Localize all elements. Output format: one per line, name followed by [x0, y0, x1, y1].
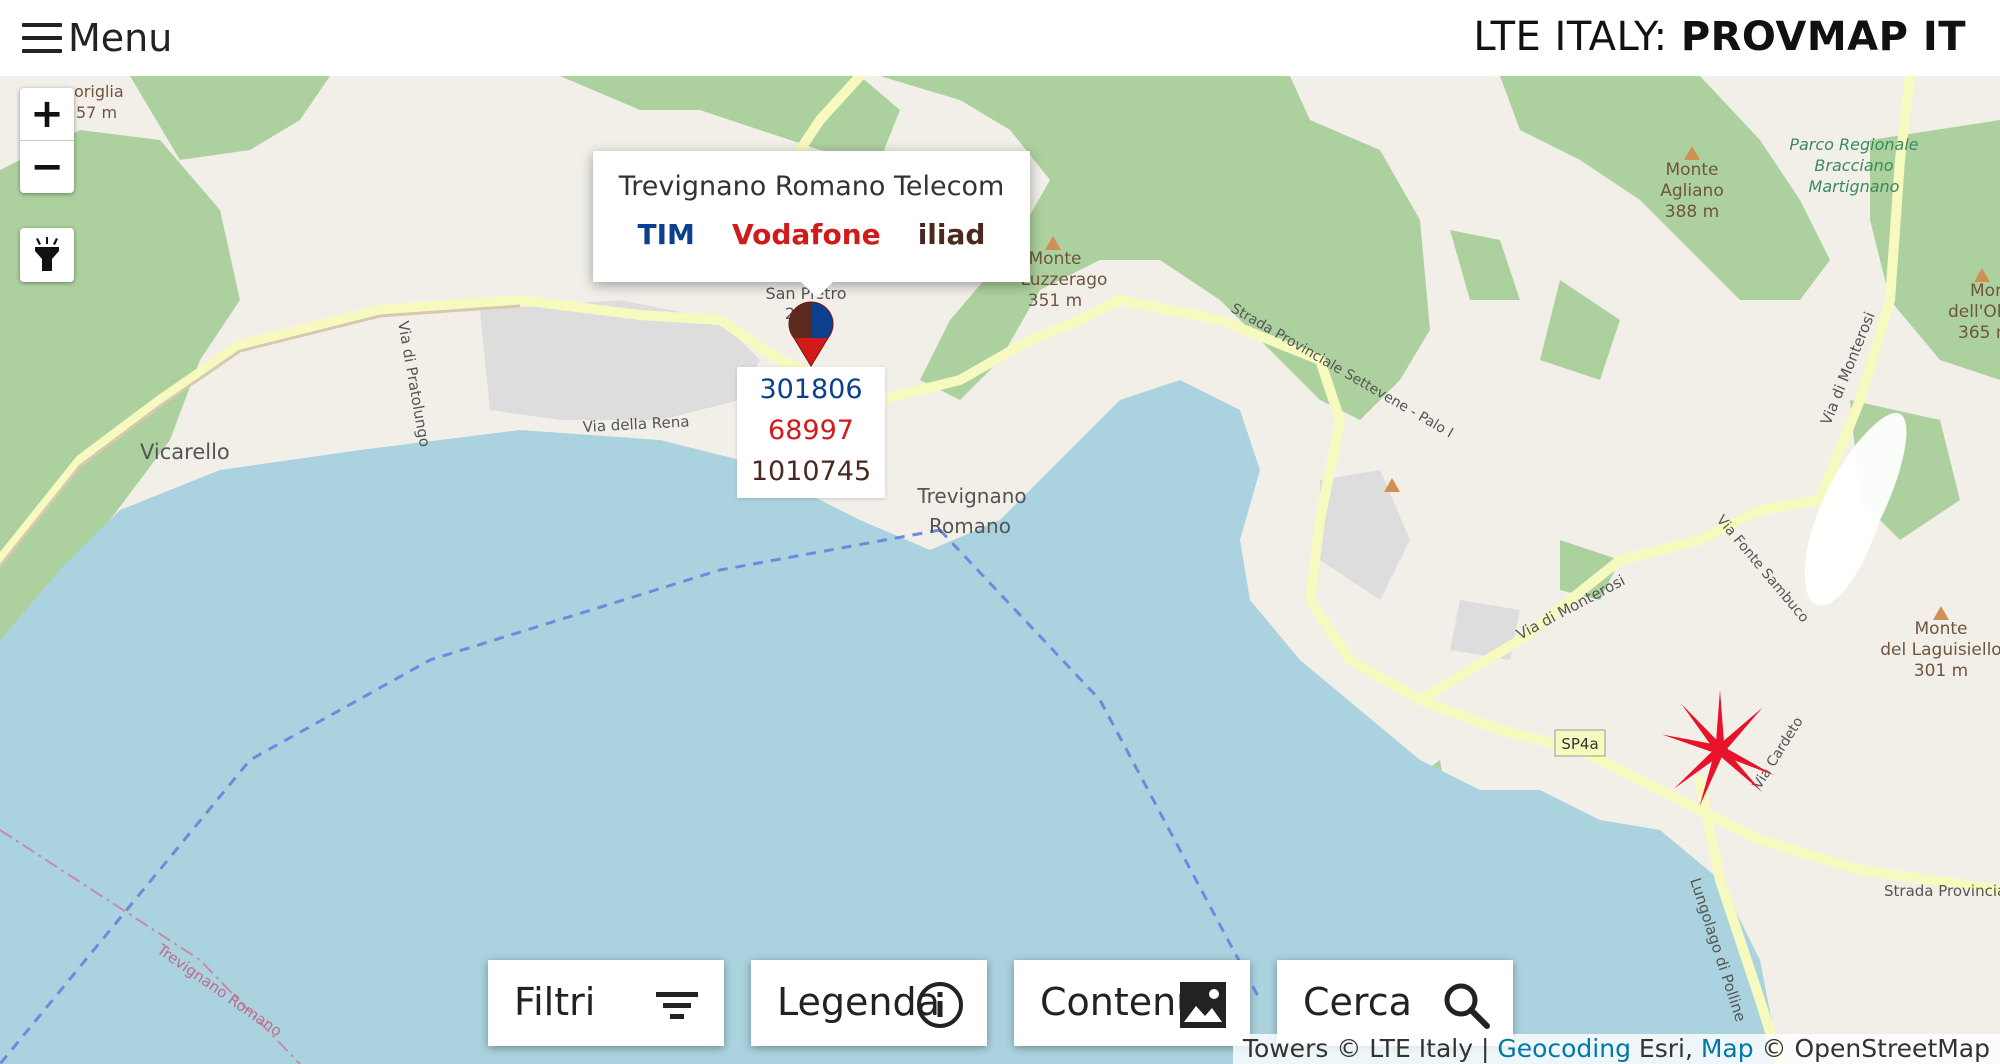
label-monte-luzzerago-ele: 351 m [1028, 291, 1082, 311]
top-bar: Menu LTE ITALY: PROVMAP IT [0, 0, 2000, 76]
legenda-button[interactable]: Legenda [751, 960, 987, 1046]
zoom-out-button[interactable]: − [20, 140, 74, 193]
menu-label: Menu [68, 16, 173, 60]
site-title-prefix: LTE ITALY: [1473, 14, 1681, 60]
site-title: LTE ITALY: PROVMAP IT [1473, 14, 1966, 60]
filtri-label: Filtri [514, 980, 596, 1024]
site-id-vodafone: 68997 [768, 415, 854, 446]
label-monte-laguisiello-ele: 301 m [1914, 661, 1968, 681]
label-parco-3: Martignano [1809, 177, 1900, 196]
label-parco-1: Parco Regionale [1789, 135, 1918, 154]
site-title-bold: PROVMAP IT [1680, 14, 1966, 60]
menu-icon [22, 23, 62, 53]
menu-button[interactable]: Menu [22, 16, 172, 60]
attribution-towers: Towers © LTE Italy | [1242, 1034, 1498, 1063]
label-monte-olmo-2: dell'Olm [1948, 302, 2000, 322]
label-trevignano-2: Romano [929, 514, 1011, 538]
zoom-in-button[interactable]: + [20, 88, 74, 140]
label-monte-laguisiello-2: del Laguisiello [1880, 640, 2000, 660]
attribution-map-link[interactable]: Map [1701, 1034, 1754, 1063]
site-id-tim: 301806 [759, 374, 863, 405]
torch-icon [35, 237, 59, 271]
site-popup[interactable]: Trevignano Romano Telecom TIM Vodafone i… [593, 151, 1030, 298]
label-strada-provinciale: Strada Provinciale [1884, 882, 2000, 900]
star-icon[interactable] [1660, 690, 1780, 810]
label-monte-agliano-ele: 388 m [1665, 202, 1719, 222]
operator-iliad[interactable]: iliad [918, 218, 986, 251]
cerca-label: Cerca [1303, 980, 1412, 1024]
attribution-esri: Esri, [1630, 1034, 1701, 1063]
label-monte-olmo-ele: 365 m [1958, 323, 2000, 343]
label-corbiglia-ele: 57 m [76, 103, 117, 122]
label-sp4a: SP4a [1561, 735, 1598, 753]
map-attribution: Towers © LTE Italy | Geocoding Esri, Map… [1232, 1034, 2000, 1064]
map-marker-icon[interactable] [786, 300, 836, 370]
label-monte-luzzerago-2: Luzzerago [1021, 270, 1108, 290]
label-monte-agliano: Monte [1666, 160, 1719, 180]
label-vicarello: Vicarello [140, 440, 230, 464]
label-parco-2: Bracciano [1814, 156, 1893, 175]
label-monte-olmo: Monte [1970, 281, 2000, 301]
attribution-geocoding-link[interactable]: Geocoding [1497, 1034, 1631, 1063]
zoom-control: + − [20, 88, 74, 193]
label-monte-laguisiello: Monte [1915, 619, 1968, 639]
search-icon [1444, 983, 1490, 1029]
attribution-osm: © OpenStreetMap [1753, 1034, 1990, 1063]
popup-title: Trevignano Romano Telecom [618, 171, 1005, 202]
label-trevignano-1: Trevignano [916, 484, 1026, 508]
contenuti-button[interactable]: Contenuti [1014, 960, 1250, 1046]
map[interactable]: Vicarello Trevignano Romano Via della Re… [0, 76, 2000, 1064]
site-id-iliad: 1010745 [750, 456, 872, 487]
label-corbiglia: origlia [74, 82, 124, 101]
site-ids-box: 301806 68997 1010745 [737, 367, 885, 498]
info-icon [917, 982, 963, 1028]
label-monte-luzzerago: Monte [1029, 249, 1082, 269]
popup-operators: TIM Vodafone iliad [593, 218, 1030, 251]
filtri-button[interactable]: Filtri [488, 960, 724, 1046]
operator-vodafone[interactable]: Vodafone [732, 218, 881, 251]
locate-button[interactable] [20, 228, 74, 282]
filter-icon [656, 992, 698, 1019]
operator-tim[interactable]: TIM [638, 218, 695, 251]
label-monte-agliano-2: Agliano [1660, 181, 1723, 201]
image-icon [1180, 982, 1226, 1028]
